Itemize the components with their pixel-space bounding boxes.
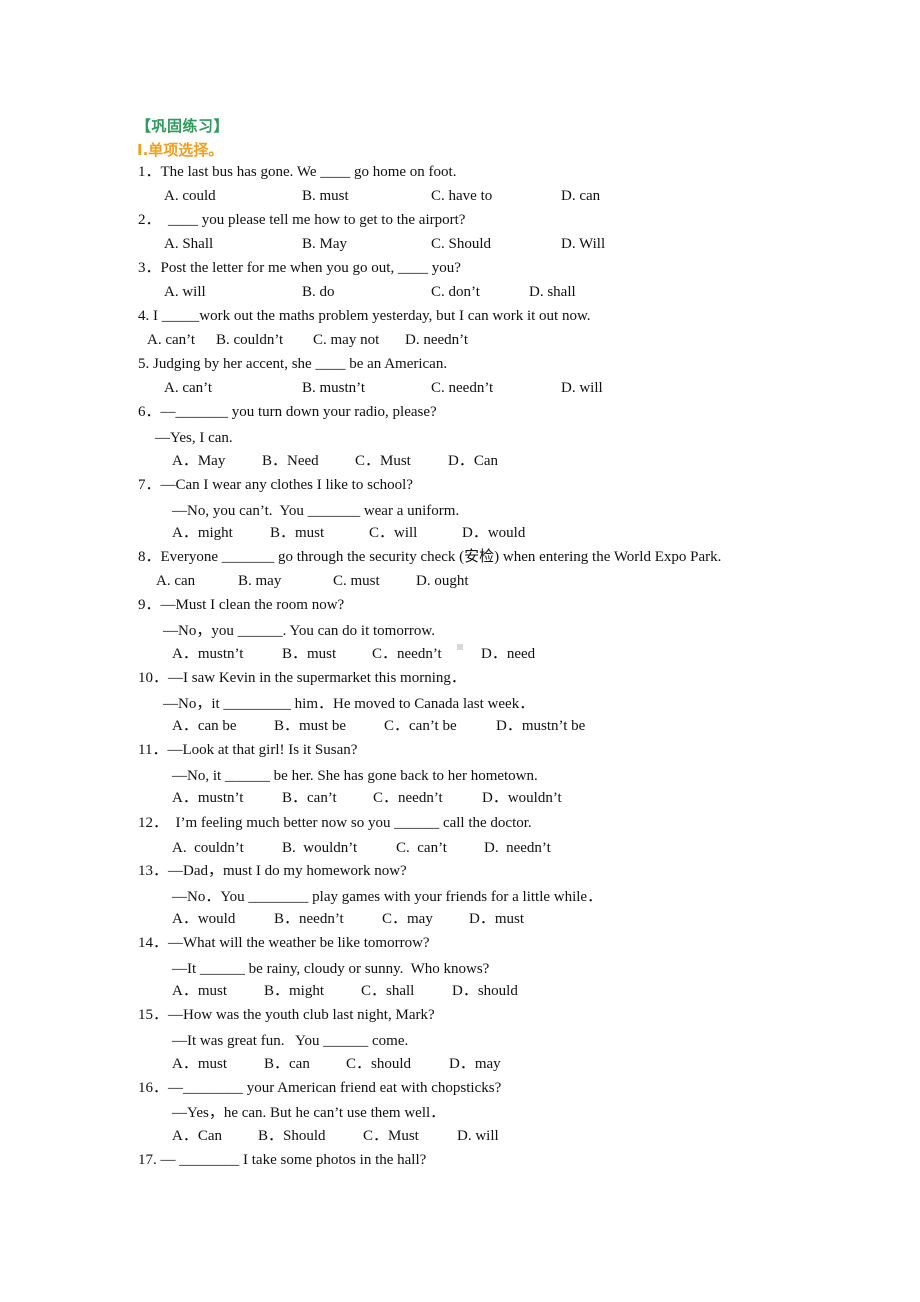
question-1-option-c: C. have to (431, 188, 493, 204)
question-1-stem: 1．The last bus has gone. We ____ go home… (138, 164, 457, 180)
question-11-stem: 11．—Look at that girl! Is it Susan? (138, 742, 358, 758)
question-13-option-d: D．must (469, 911, 525, 927)
question-5-option-b: B. mustn’t (302, 380, 366, 396)
question-8-option-d: D. ought (416, 573, 469, 589)
question-4-option-c: C. may not (313, 332, 380, 348)
question-14-option-d: D．should (452, 983, 518, 999)
question-11-reply: —No, it ______ be her. She has gone back… (172, 768, 538, 784)
question-2-option-b: B. May (302, 236, 347, 252)
question-10-option-d: D．mustn’t be (496, 718, 586, 734)
question-16-option-d: D. will (457, 1128, 499, 1144)
question-8-option-c: C. must (333, 573, 380, 589)
question-5-option-c: C. needn’t (431, 380, 494, 396)
question-4-stem: 4. I _____work out the maths problem yes… (138, 308, 591, 324)
question-7-option-b: B．must (270, 525, 325, 541)
question-15-option-a: A．must (172, 1056, 228, 1072)
question-14-option-a: A．must (172, 983, 228, 999)
question-15-option-d: D．may (449, 1056, 501, 1072)
question-13-option-c: C．may (382, 911, 433, 927)
question-5-option-a: A. can’t (164, 380, 213, 396)
question-11-option-d: D．wouldn’t (482, 790, 562, 806)
question-6-option-b: B．Need (262, 453, 319, 469)
question-6-stem: 6．—_______ you turn down your radio, ple… (138, 404, 437, 420)
question-12-option-b: B. wouldn’t (282, 840, 358, 856)
question-4-option-a: A. can’t (147, 332, 196, 348)
question-7-reply: —No, you can’t. You _______ wear a unifo… (172, 503, 460, 519)
question-14-option-c: C．shall (361, 983, 415, 999)
question-6-option-c: C．Must (355, 453, 411, 469)
question-9-reply: —No，you ______. You can do it tomorrow. (163, 623, 435, 639)
question-7-option-d: D．would (462, 525, 526, 541)
question-4-option-b: B. couldn’t (216, 332, 284, 348)
question-15-option-c: C．should (346, 1056, 412, 1072)
question-10-option-b: B．must be (274, 718, 347, 734)
question-13-option-a: A．would (172, 911, 236, 927)
question-10-reply: —No，it _________ him．He moved to Canada … (163, 696, 535, 712)
question-16-option-b: B．Should (258, 1128, 326, 1144)
question-2-option-d: D. Will (561, 236, 606, 252)
question-16-reply: —Yes，he can. But he can’t use them well． (172, 1105, 446, 1121)
question-9-option-d: D．need (481, 646, 536, 662)
question-13-reply: —No．You ________ play games with your fr… (172, 889, 603, 905)
question-6-option-d: D．Can (448, 453, 498, 469)
question-2-option-a: A. Shall (164, 236, 214, 252)
question-13-stem: 13．—Dad，must I do my homework now? (138, 863, 407, 879)
question-15-option-b: B．can (264, 1056, 310, 1072)
question-7-stem: 7．—Can I wear any clothes I like to scho… (138, 477, 413, 493)
question-2-stem: 2． ____ you please tell me how to get to… (138, 212, 466, 228)
question-3-option-c: C. don’t (431, 284, 480, 300)
question-15-stem: 15．—How was the youth club last night, M… (138, 1007, 435, 1023)
section-title: 【巩固练习】 (136, 117, 230, 135)
question-11-option-a: A．mustn’t (172, 790, 244, 806)
question-5-option-d: D. will (561, 380, 603, 396)
question-12-option-a: A. couldn’t (172, 840, 244, 856)
part-title: I.单项选择。 (137, 141, 224, 159)
stray-mark (457, 644, 463, 650)
question-10-option-a: A．can be (172, 718, 237, 734)
question-10-option-c: C．can’t be (384, 718, 457, 734)
question-10-stem: 10．—I saw Kevin in the supermarket this … (138, 670, 466, 686)
question-14-stem: 14．—What will the weather be like tomorr… (138, 935, 430, 951)
question-12-stem: 12． I’m feeling much better now so you _… (138, 815, 532, 831)
question-1-option-b: B. must (302, 188, 349, 204)
question-9-option-c: C．needn’t (372, 646, 442, 662)
question-14-option-b: B．might (264, 983, 325, 999)
question-12-option-d: D. needn’t (484, 840, 551, 856)
question-1-option-d: D. can (561, 188, 601, 204)
question-6-reply: —Yes, I can. (155, 430, 233, 446)
question-3-stem: 3．Post the letter for me when you go out… (138, 260, 461, 276)
question-4-option-d: D. needn’t (405, 332, 469, 348)
question-11-option-b: B．can’t (282, 790, 337, 806)
question-8-option-b: B. may (238, 573, 282, 589)
question-9-option-b: B．must (282, 646, 337, 662)
question-5-stem: 5. Judging by her accent, she ____ be an… (138, 356, 448, 372)
question-3-option-b: B. do (302, 284, 335, 300)
question-3-option-a: A. will (164, 284, 206, 300)
question-16-option-a: A．Can (172, 1128, 222, 1144)
question-9-option-a: A．mustn’t (172, 646, 244, 662)
question-3-option-d: D. shall (529, 284, 576, 300)
document-page: 【巩固练习】 I.单项选择。 1．The last bus has gone. … (0, 0, 920, 1302)
question-1-option-a: A. could (164, 188, 216, 204)
question-17-stem: 17. — ________ I take some photos in the… (138, 1152, 427, 1168)
question-8-stem: 8．Everyone _______ go through the securi… (138, 549, 722, 565)
question-2-option-c: C. Should (431, 236, 492, 252)
question-16-stem: 16．—________ your American friend eat wi… (138, 1080, 502, 1096)
question-7-option-c: C．will (369, 525, 418, 541)
question-9-stem: 9．—Must I clean the room now? (138, 597, 345, 613)
question-14-reply: —It ______ be rainy, cloudy or sunny. Wh… (172, 961, 490, 977)
question-15-reply: —It was great fun. You ______ come. (172, 1033, 409, 1049)
question-6-option-a: A．May (172, 453, 226, 469)
question-7-option-a: A．might (172, 525, 233, 541)
question-16-option-c: C．Must (363, 1128, 419, 1144)
question-11-option-c: C．needn’t (373, 790, 443, 806)
question-12-option-c: C. can’t (396, 840, 447, 856)
question-13-option-b: B．needn’t (274, 911, 344, 927)
question-8-option-a: A. can (156, 573, 196, 589)
